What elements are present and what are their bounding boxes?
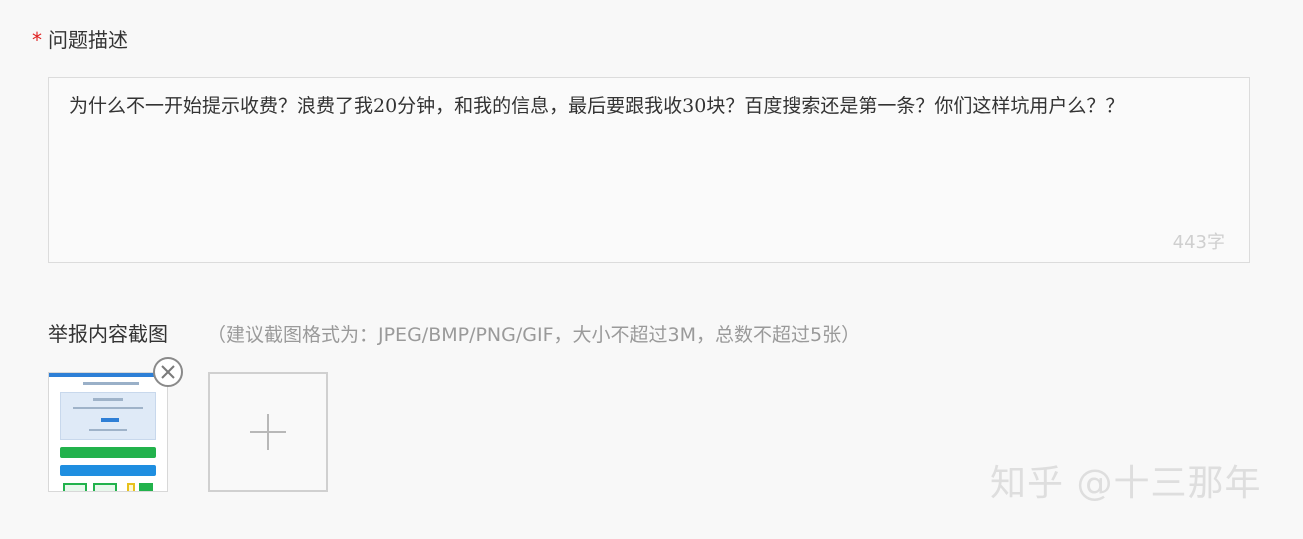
close-icon — [161, 365, 175, 379]
add-screenshot-button[interactable] — [208, 372, 328, 492]
remove-thumbnail-button[interactable] — [153, 357, 183, 387]
thumbnail-line — [73, 407, 143, 409]
plus-icon — [250, 414, 286, 450]
thumbnail-tile — [93, 483, 117, 491]
thumbnail-price — [101, 418, 119, 422]
char-count: 443字 — [1172, 232, 1225, 253]
thumbnail-title — [83, 382, 139, 385]
thumbnail-line — [93, 398, 123, 401]
thumbnail-card — [60, 392, 156, 440]
thumbnail-header — [49, 373, 167, 377]
thumbnail-tile — [127, 483, 135, 491]
description-text[interactable]: 为什么不一开始提示收费？浪费了我20分钟，和我的信息，最后要跟我收30块？百度搜… — [69, 92, 1189, 120]
description-textarea[interactable]: 为什么不一开始提示收费？浪费了我20分钟，和我的信息，最后要跟我收30块？百度搜… — [48, 77, 1250, 263]
thumbnail-blue-button — [60, 465, 156, 476]
watermark: 知乎 @十三那年 — [990, 463, 1262, 504]
description-label: * 问题描述 — [32, 26, 128, 54]
upload-hint: （建议截图格式为：JPEG/BMP/PNG/GIF，大小不超过3M，总数不超过5… — [207, 324, 861, 346]
required-mark: * — [32, 28, 42, 52]
description-label-text: 问题描述 — [48, 28, 128, 52]
thumbnail-tile — [63, 483, 87, 491]
thumbnail-tile — [139, 483, 153, 491]
thumbnail-green-button — [60, 447, 156, 458]
thumbnail-line — [89, 429, 127, 431]
screenshot-thumbnail[interactable] — [48, 372, 168, 492]
upload-label: 举报内容截图 — [48, 322, 168, 346]
